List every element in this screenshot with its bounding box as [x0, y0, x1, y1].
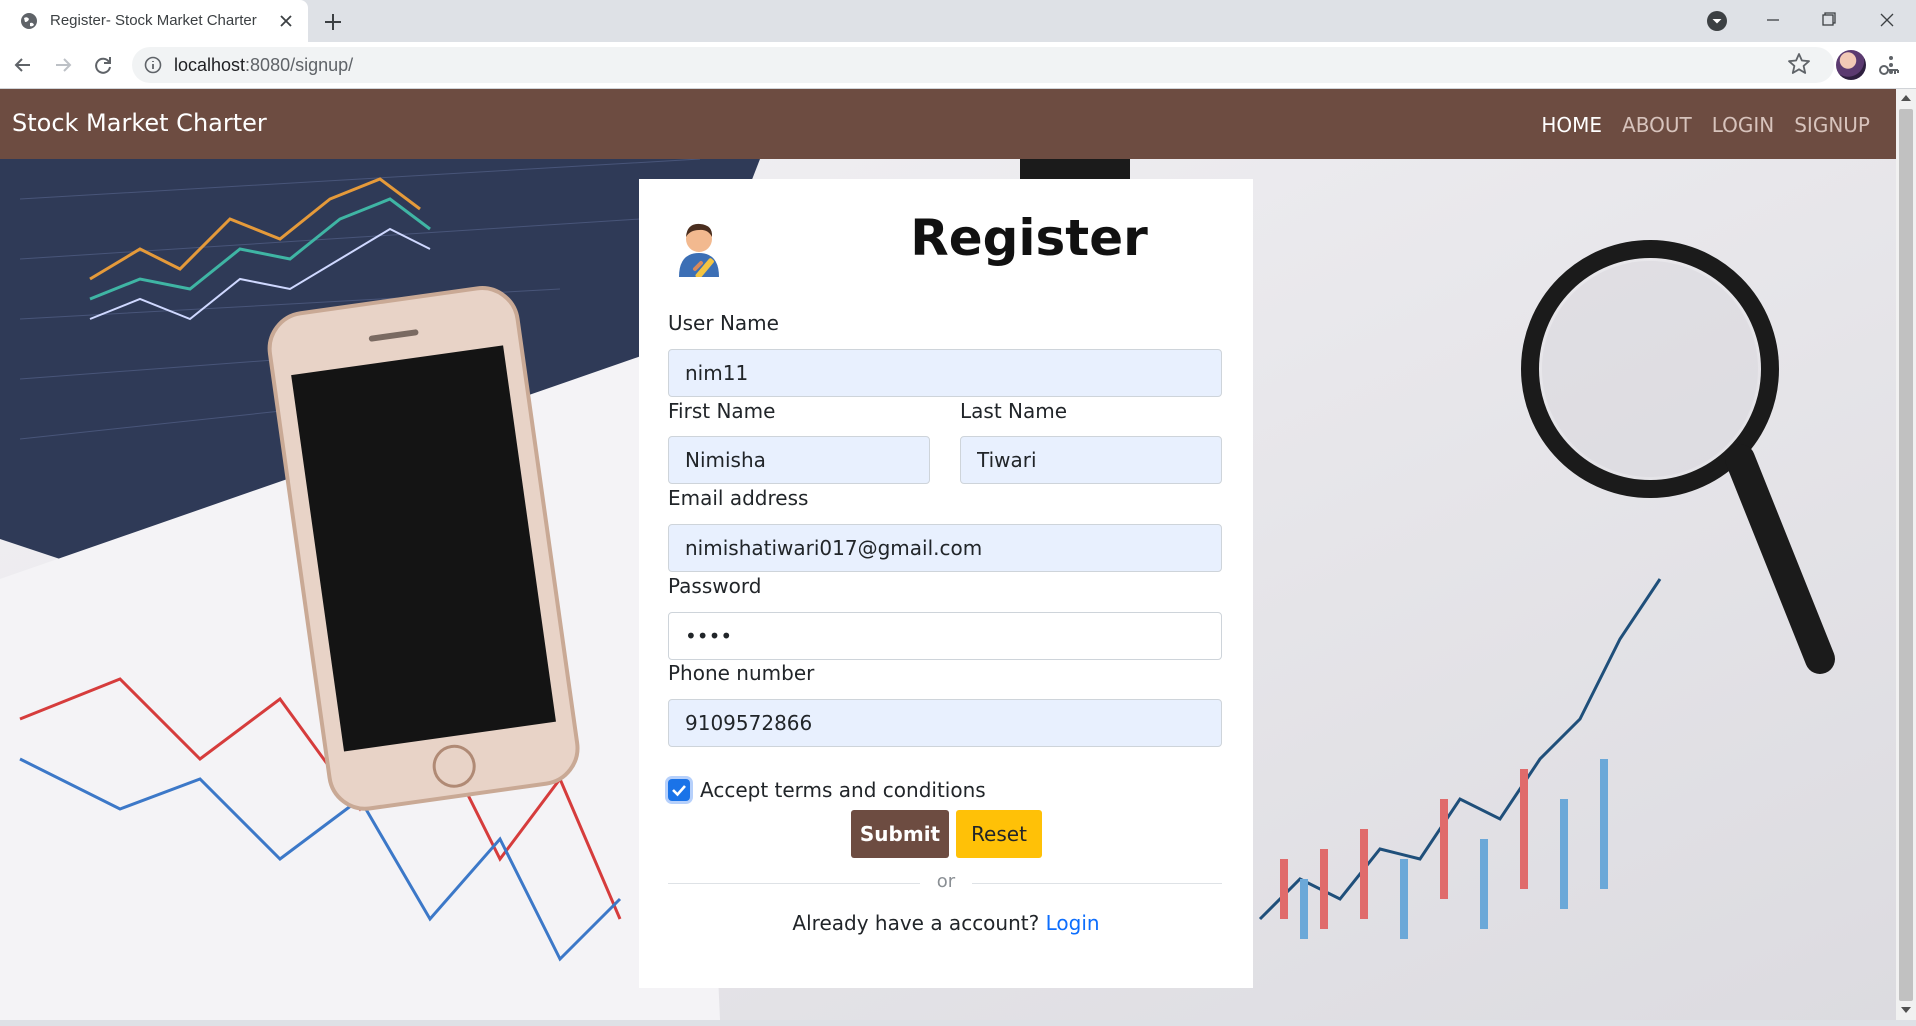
window-close-icon[interactable]	[1858, 0, 1916, 40]
address-bar[interactable]: localhost:8080/signup/	[132, 47, 1899, 83]
email-input[interactable]	[668, 524, 1222, 572]
browser-toolbar: localhost:8080/signup/	[0, 42, 1916, 89]
first-name-input[interactable]	[668, 436, 930, 484]
forward-icon[interactable]	[50, 52, 76, 78]
password-input[interactable]	[668, 612, 1222, 660]
divider-right	[972, 883, 1222, 884]
url-path: :8080/signup/	[245, 55, 354, 75]
browser-tab-strip: Register- Stock Market Charter	[0, 0, 1916, 42]
nav-link-about[interactable]: ABOUT	[1622, 113, 1692, 137]
profile-avatar[interactable]	[1836, 50, 1866, 80]
globe-icon	[21, 13, 37, 29]
username-input[interactable]	[668, 349, 1222, 397]
url-text[interactable]: localhost:8080/signup/	[174, 55, 353, 76]
page-scrollbar[interactable]	[1896, 89, 1916, 1020]
scroll-up-arrow-icon[interactable]	[1901, 95, 1911, 101]
reload-icon[interactable]	[90, 52, 116, 78]
login-link[interactable]: Login	[1046, 911, 1100, 935]
url-host: localhost	[174, 55, 246, 75]
minimize-icon[interactable]	[1744, 0, 1802, 40]
kebab-menu-icon[interactable]	[1878, 52, 1904, 78]
browser-tab[interactable]: Register- Stock Market Charter	[0, 0, 308, 42]
register-card: Register User Name First Name Last Name …	[639, 179, 1253, 988]
password-label: Password	[668, 574, 762, 598]
info-icon[interactable]	[144, 56, 162, 74]
user-writing-icon	[679, 223, 719, 277]
nav-link-home[interactable]: HOME	[1541, 113, 1602, 137]
terms-checkbox[interactable]	[668, 779, 690, 801]
terms-label[interactable]: Accept terms and conditions	[700, 778, 986, 802]
phone-input[interactable]	[668, 699, 1222, 747]
phone-label: Phone number	[668, 661, 815, 685]
last-name-input[interactable]	[960, 436, 1222, 484]
login-prompt: Already have a account? Login	[639, 911, 1253, 935]
checkmark-icon	[672, 785, 686, 797]
restore-icon[interactable]	[1800, 0, 1858, 40]
divider-or-text: or	[936, 871, 956, 892]
close-icon[interactable]	[276, 11, 296, 31]
plus-icon[interactable]	[320, 9, 346, 35]
brand-link[interactable]: Stock Market Charter	[12, 109, 267, 137]
back-icon[interactable]	[10, 52, 36, 78]
nav-links: HOME ABOUT LOGIN SIGNUP	[1541, 113, 1870, 137]
first-name-label: First Name	[668, 399, 776, 423]
page-viewport: Stock Market Charter HOME ABOUT LOGIN SI…	[0, 89, 1896, 1020]
page-title: Register	[910, 209, 1148, 267]
submit-button[interactable]: Submit	[851, 810, 949, 858]
tab-search-icon[interactable]	[1706, 10, 1728, 32]
nav-link-login[interactable]: LOGIN	[1712, 113, 1775, 137]
username-label: User Name	[668, 311, 779, 335]
star-icon[interactable]	[1786, 51, 1812, 77]
nav-link-signup[interactable]: SIGNUP	[1794, 113, 1870, 137]
email-label: Email address	[668, 486, 809, 510]
scroll-down-arrow-icon[interactable]	[1901, 1007, 1911, 1013]
tab-title: Register- Stock Market Charter	[50, 12, 257, 29]
login-prompt-text: Already have a account?	[792, 911, 1040, 935]
reset-button[interactable]: Reset	[956, 810, 1042, 858]
last-name-label: Last Name	[960, 399, 1068, 423]
scroll-thumb[interactable]	[1899, 109, 1913, 1001]
site-navbar: Stock Market Charter HOME ABOUT LOGIN SI…	[0, 89, 1896, 159]
